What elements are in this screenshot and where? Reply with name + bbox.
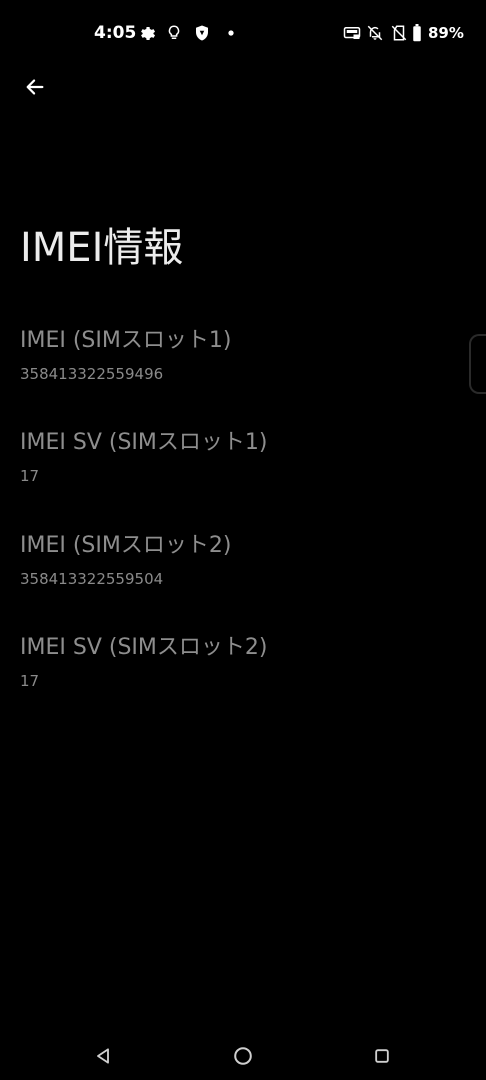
item-value: 17 <box>20 467 40 485</box>
edge-panel-handle[interactable] <box>469 334 486 394</box>
item-label: IMEI SV (SIMスロット1) <box>20 430 268 455</box>
shield-icon <box>193 24 211 42</box>
item-value: 358413322559504 <box>20 570 164 588</box>
dot-icon <box>222 24 240 42</box>
list-item-imei-sv-slot2[interactable]: IMEI SV (SIMスロット2) 17 <box>0 623 486 723</box>
no-sim-icon <box>390 24 408 42</box>
item-label: IMEI (SIMスロット1) <box>20 328 232 353</box>
item-label: IMEI SV (SIMスロット2) <box>20 635 268 660</box>
item-value: 358413322559496 <box>20 365 164 383</box>
nav-home-button[interactable] <box>231 1044 255 1068</box>
back-triangle-icon <box>93 1046 113 1066</box>
notifications-off-icon <box>366 24 384 42</box>
list-item-imei-sv-slot1[interactable]: IMEI SV (SIMスロット1) 17 <box>0 418 486 518</box>
back-button[interactable] <box>14 66 56 108</box>
status-time: 4:05 <box>94 23 137 43</box>
battery-percent: 89% <box>428 24 464 42</box>
recents-square-icon <box>372 1046 392 1066</box>
nav-back-button[interactable] <box>91 1044 115 1068</box>
nav-recents-button[interactable] <box>370 1044 394 1068</box>
gear-icon <box>138 24 156 42</box>
page-title: IMEI情報 <box>20 225 184 271</box>
list-item-imei-slot2[interactable]: IMEI (SIMスロット2) 358413322559504 <box>0 521 486 621</box>
battery-icon <box>411 24 423 42</box>
item-value: 17 <box>20 672 40 690</box>
item-label: IMEI (SIMスロット2) <box>20 533 232 558</box>
status-bar: 4:05 89% <box>0 0 486 66</box>
home-circle-icon <box>232 1045 254 1067</box>
auto-brightness-icon <box>343 24 361 42</box>
list-item-imei-slot1[interactable]: IMEI (SIMスロット1) 358413322559496 <box>0 316 486 416</box>
arrow-left-icon <box>24 76 46 98</box>
navigation-bar <box>0 1030 486 1080</box>
lightbulb-icon <box>165 24 183 42</box>
